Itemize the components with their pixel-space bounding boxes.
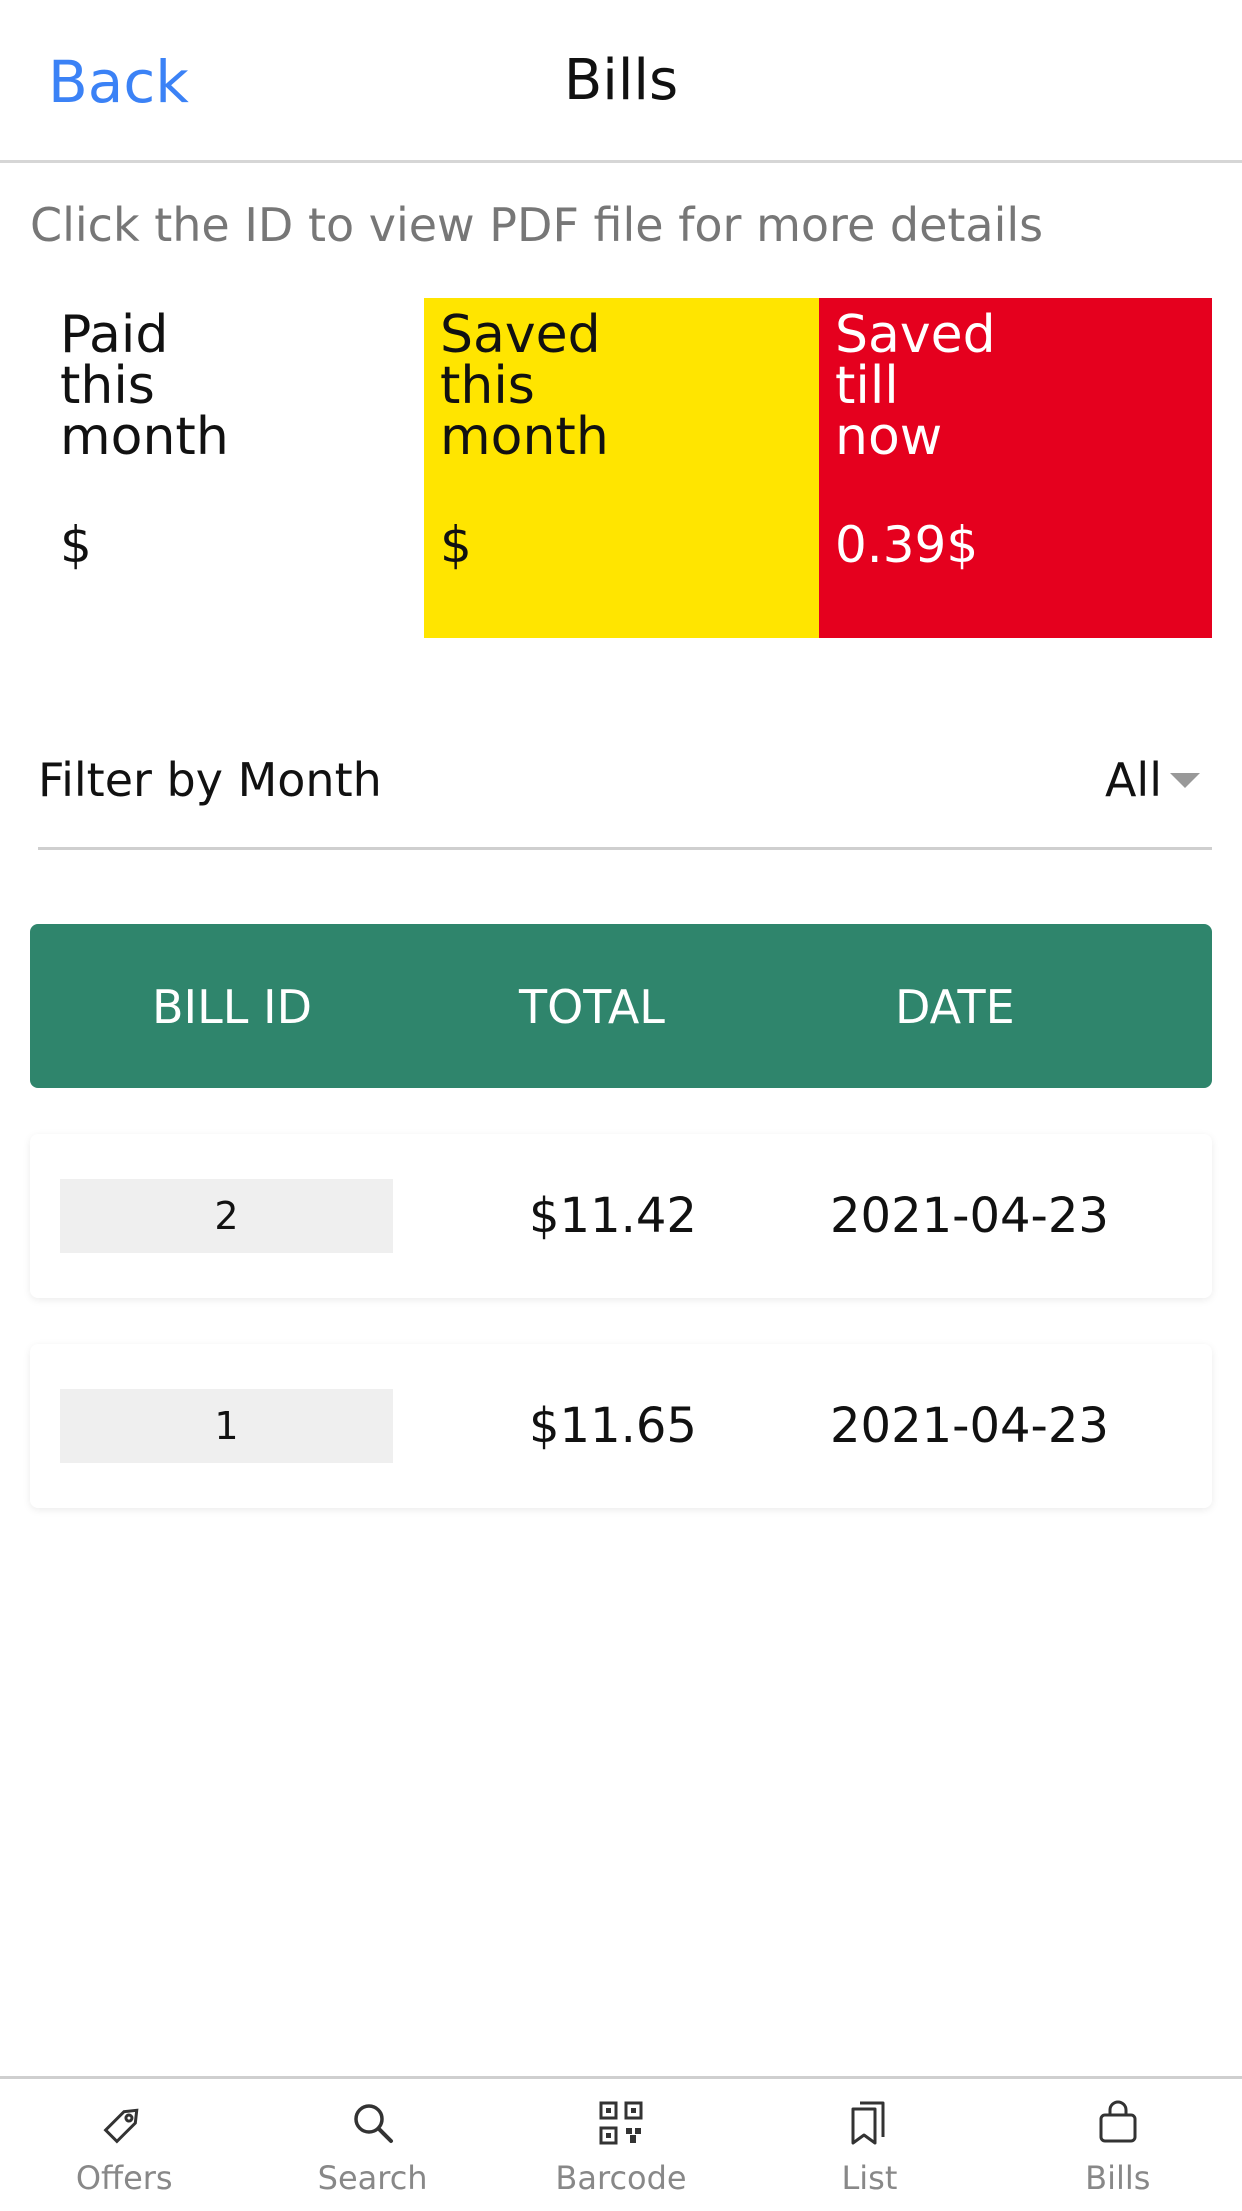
tab-bar: Offers Search Barcode List Bills <box>0 2076 1242 2211</box>
bookmarks-icon <box>851 2101 885 2145</box>
tag-icon <box>103 2108 139 2144</box>
table-header: BILL ID TOTAL DATE <box>30 924 1212 1088</box>
column-header-date: DATE <box>895 980 1015 1034</box>
saved-this-month-value: $ <box>440 516 472 574</box>
tab-label: Bills <box>1085 2159 1151 2197</box>
tab-label: Search <box>317 2159 428 2197</box>
tab-search[interactable]: Search <box>248 2079 496 2211</box>
tab-barcode[interactable]: Barcode <box>497 2079 745 2211</box>
paid-this-month-label: Paid this month <box>60 305 229 467</box>
tab-label: Offers <box>75 2159 173 2197</box>
search-icon <box>353 2104 393 2143</box>
saved-this-month-label: Saved this month <box>440 305 609 467</box>
bill-date: 2021-04-23 <box>830 1398 1109 1454</box>
saved-till-now-value: 0.39$ <box>835 516 979 574</box>
column-header-bill-id: BILL ID <box>152 980 312 1034</box>
tab-bills[interactable]: Bills <box>994 2079 1242 2211</box>
stats-summary: Paid this month $ Saved this month $ Sav… <box>30 298 1212 638</box>
column-header-total: TOTAL <box>519 980 665 1034</box>
page-title: Bills <box>563 48 679 113</box>
chevron-down-icon[interactable] <box>1170 773 1200 788</box>
header: Back Bills <box>0 0 1242 163</box>
bill-id-button[interactable]: 2 <box>60 1179 393 1253</box>
bill-total: $11.65 <box>529 1398 697 1454</box>
qr-code-icon <box>599 2101 643 2145</box>
saved-till-now-label: Saved till now <box>835 305 996 467</box>
paid-this-month-value: $ <box>60 516 92 574</box>
tab-list[interactable]: List <box>745 2079 993 2211</box>
bill-date: 2021-04-23 <box>830 1188 1109 1244</box>
tab-offers[interactable]: Offers <box>0 2079 248 2211</box>
table-row: 1 $11.65 2021-04-23 <box>30 1344 1212 1508</box>
saved-this-month-card: Saved this month $ <box>424 298 819 638</box>
saved-till-now-card: Saved till now 0.39$ <box>819 298 1212 638</box>
bill-total: $11.42 <box>529 1188 697 1244</box>
paid-this-month-card: Paid this month $ <box>30 298 424 638</box>
month-select[interactable]: All <box>1105 753 1162 807</box>
hint-text: Click the ID to view PDF file for more d… <box>30 198 1044 252</box>
tab-label: Barcode <box>555 2159 687 2197</box>
table-row: 2 $11.42 2021-04-23 <box>30 1134 1212 1298</box>
month-filter: Filter by Month All <box>38 745 1212 850</box>
filter-label: Filter by Month <box>38 753 382 807</box>
shopping-bag-icon <box>1099 2100 1137 2143</box>
bill-id-button[interactable]: 1 <box>60 1389 393 1463</box>
tab-label: List <box>841 2159 898 2197</box>
